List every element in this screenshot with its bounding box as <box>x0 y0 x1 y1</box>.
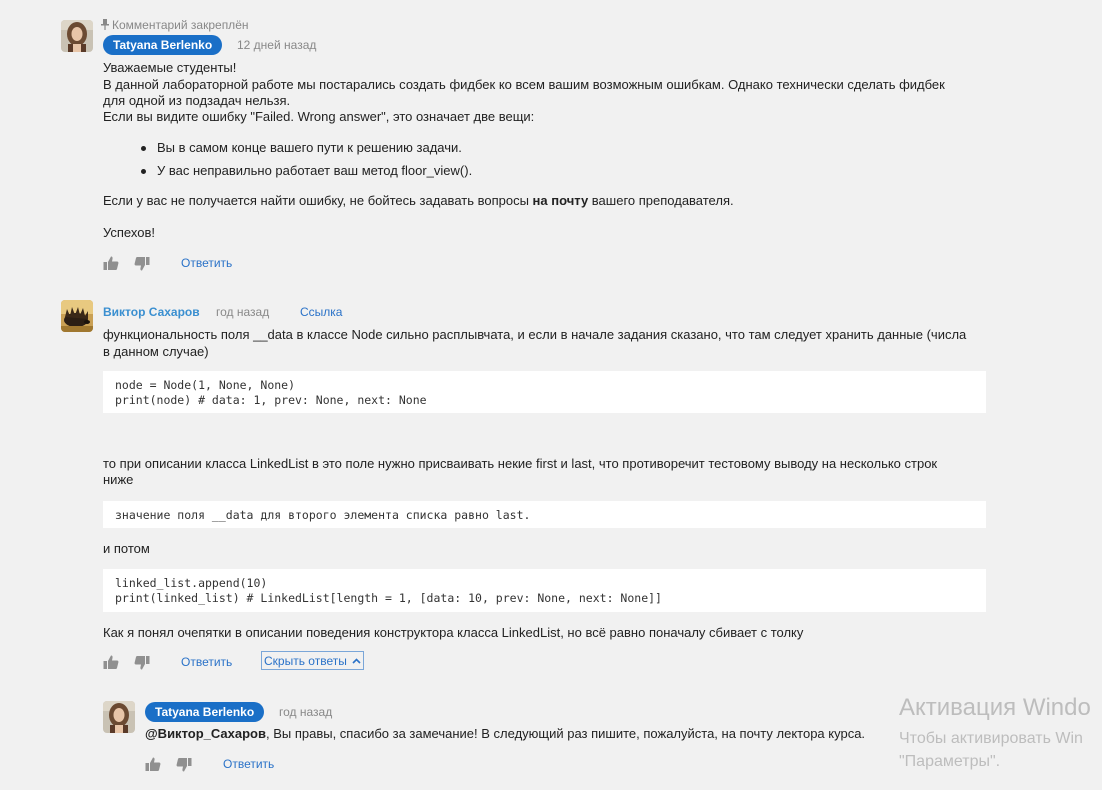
comment-line: то при описании класса LinkedList в это … <box>103 456 938 471</box>
like-icon[interactable] <box>145 756 163 772</box>
dislike-icon[interactable] <box>134 256 152 272</box>
paragraph-bold-text: на почту <box>532 193 589 208</box>
like-icon[interactable] <box>103 654 121 670</box>
reply-text: @Виктор_Сахаров, Вы правы, спасибо за за… <box>145 726 865 742</box>
list-item: Вы в самом конце вашего пути к решению з… <box>120 140 472 156</box>
comment-line: В данной лабораторной работе мы постарал… <box>103 77 945 92</box>
user-mention[interactable]: @Виктор_Сахаров <box>145 726 266 741</box>
code-line: значение поля __data для второго элемент… <box>115 508 531 522</box>
code-line: print(node) # data: 1, prev: None, next:… <box>115 393 427 407</box>
hide-replies-button[interactable]: Скрыть ответы <box>261 651 365 670</box>
code-line: print(linked_list) # LinkedList[length =… <box>115 591 662 605</box>
comment-line: и потом <box>103 541 150 556</box>
chevron-up-icon <box>352 652 361 669</box>
activation-watermark-title: Активация Windo <box>899 694 1091 721</box>
author-badge[interactable]: Tatyana Berlenko <box>103 35 223 55</box>
comment-line: ниже <box>103 472 134 487</box>
activation-watermark-text: Чтобы активировать Win <box>899 730 1083 747</box>
dislike-icon[interactable] <box>134 655 152 671</box>
code-block: значение поля __data для второго элемент… <box>103 501 986 528</box>
comment-line: для одной из подзадач нельзя. <box>103 93 291 108</box>
reply-body: , Вы правы, спасибо за замечание! В след… <box>265 726 866 741</box>
comment-closing: Успехов! <box>103 225 155 240</box>
pin-icon <box>101 19 109 33</box>
paragraph-text: Если у вас не получается найти ошибку, н… <box>103 193 533 208</box>
comment-line: Как я понял очепятки в описании поведени… <box>103 625 804 640</box>
bullet-list: Вы в самом конце вашего пути к решению з… <box>120 140 472 179</box>
dislike-icon[interactable] <box>176 757 194 773</box>
comment-line: функциональность поля __data в классе No… <box>103 327 967 342</box>
code-block: linked_list.append(10) print(linked_list… <box>103 569 986 612</box>
reply-button[interactable]: Ответить <box>181 655 232 669</box>
comment-line: Уважаемые студенты! <box>103 60 237 75</box>
code-block: node = Node(1, None, None) print(node) #… <box>103 371 986 413</box>
avatar[interactable] <box>61 20 93 52</box>
comment-author[interactable]: Виктор Сахаров <box>103 305 200 319</box>
comment-line: в данном случае) <box>103 344 209 359</box>
avatar[interactable] <box>103 701 135 733</box>
pinned-indicator: Комментарий закреплён <box>101 18 249 33</box>
comment-time[interactable]: год назад <box>279 705 332 719</box>
code-line: node = Node(1, None, None) <box>115 378 296 392</box>
list-item: У вас неправильно работает ваш метод flo… <box>120 163 472 179</box>
reply-button[interactable]: Ответить <box>223 757 274 771</box>
code-line: linked_list.append(10) <box>115 576 268 590</box>
author-badge[interactable]: Tatyana Berlenko <box>145 702 265 722</box>
comment-line: Если вы видите ошибку "Failed. Wrong ans… <box>103 109 535 124</box>
hide-replies-label: Скрыть ответы <box>264 654 347 668</box>
comment-time[interactable]: год назад <box>216 305 269 319</box>
comment-paragraph: Если у вас не получается найти ошибку, н… <box>103 193 734 209</box>
like-icon[interactable] <box>103 255 121 271</box>
comment-time[interactable]: 12 дней назад <box>237 38 316 52</box>
avatar[interactable] <box>61 300 93 332</box>
pinned-label: Комментарий закреплён <box>112 18 249 32</box>
permalink-button[interactable]: Ссылка <box>300 305 342 319</box>
activation-watermark-text: "Параметры". <box>899 753 1001 770</box>
paragraph-text: вашего преподавателя. <box>588 193 734 208</box>
reply-button[interactable]: Ответить <box>181 256 232 270</box>
